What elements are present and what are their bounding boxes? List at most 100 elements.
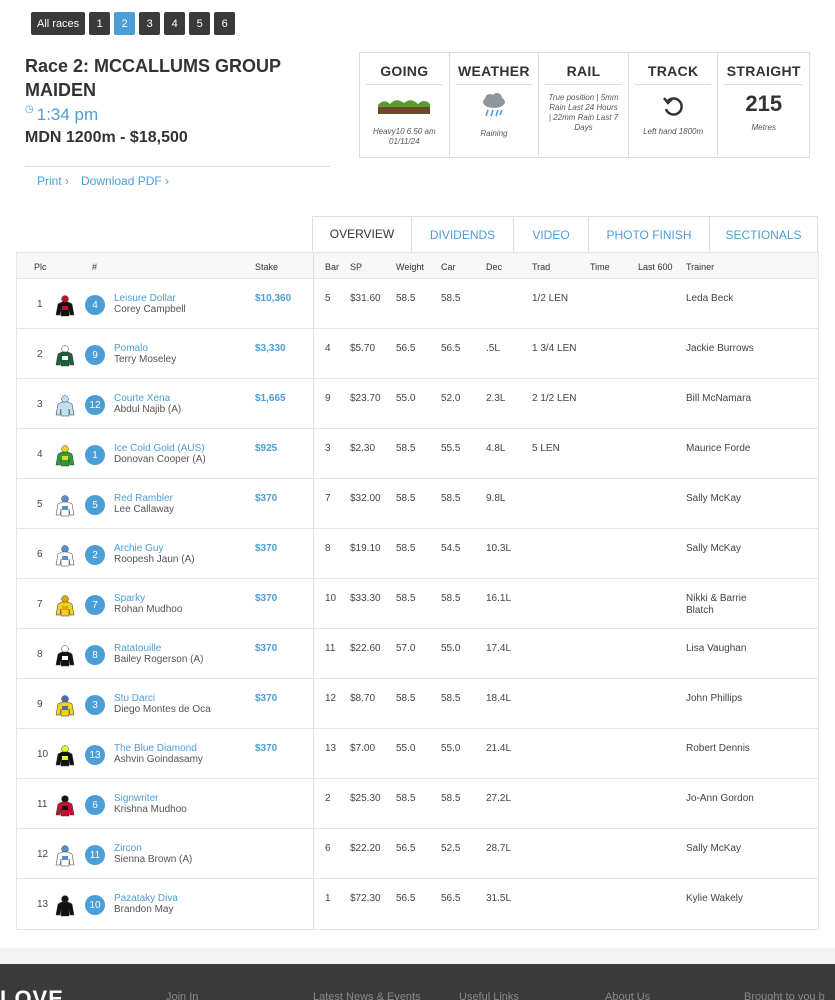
jockey-name: Ashvin Goindasamy — [114, 754, 203, 765]
print-link[interactable]: Print › — [37, 174, 69, 188]
horse-name-link[interactable]: The Blue Diamond — [114, 743, 197, 754]
carried-weight: 52.0 — [441, 393, 461, 404]
barrier: 7 — [325, 493, 331, 504]
horse-name-link[interactable]: Sparky — [114, 593, 145, 604]
race-4-button[interactable]: 4 — [164, 12, 186, 35]
col-dec: Dec — [486, 262, 503, 272]
weight: 58.5 — [396, 593, 416, 604]
placing: 10 — [37, 749, 49, 760]
jockey-name: Krishna Mudhoo — [114, 804, 187, 815]
horse-name-link[interactable]: Pazataky Diva — [114, 893, 178, 904]
race-time: ◷ 1:34 pm — [25, 105, 98, 125]
horse-name-link[interactable]: Zircon — [114, 843, 142, 854]
tab-video[interactable]: VIDEO — [513, 216, 589, 252]
footer-logo: LOVE — [0, 986, 64, 1000]
race-6-button[interactable]: 6 — [214, 12, 236, 35]
prize-money: $370 — [255, 643, 278, 654]
weather-panel: WEATHER Raining — [450, 53, 540, 157]
weight: 58.5 — [396, 793, 416, 804]
margin-decimal: 17.4L — [486, 643, 512, 654]
footer-link-about[interactable]: About Us — [605, 991, 650, 1000]
horse-name-link[interactable]: Signwriter — [114, 793, 158, 804]
margin-decimal: .5L — [486, 343, 500, 354]
tab-sectionals[interactable]: SECTIONALS — [709, 216, 818, 252]
jockey-name: Bailey Rogerson (A) — [114, 654, 204, 665]
horse-name-link[interactable]: Stu Darci — [114, 693, 155, 704]
horse-name-link[interactable]: Courte Xena — [114, 393, 170, 404]
saddlecloth-number: 13 — [85, 745, 105, 765]
jockey-silk-icon — [55, 595, 75, 617]
table-row: 7 7 Sparky $370 10 $33.30 58.5 58.5 16.1L Nikki &… — [17, 579, 818, 629]
table-row: 1 4 Ice Cold Gold (AUS) $925 3 $2.30 58.5 55.5 4… — [17, 429, 818, 479]
margin-decimal: 2.3L — [486, 393, 506, 404]
margin-decimal: 16.1L — [486, 593, 512, 604]
rail-value: True position | 5mm Rain Last 24 Hours |… — [548, 93, 619, 132]
placing: 13 — [37, 899, 49, 910]
tab-dividends[interactable]: DIVIDENDS — [411, 216, 514, 252]
prize-money: $370 — [255, 493, 278, 504]
footer-link-join[interactable]: Join In — [166, 991, 198, 1000]
race-5-button[interactable]: 5 — [189, 12, 211, 35]
footer-link-useful[interactable]: Useful Links — [459, 991, 519, 1000]
race-links: Print › Download PDF › — [37, 174, 169, 188]
race-2-button[interactable]: 2 — [114, 12, 136, 35]
divider — [25, 166, 331, 167]
col-trad: Trad — [532, 262, 551, 272]
table-row: 12 3 Courte Xena $1,665 9 $23.70 55.0 52.0 2.3L 2… — [17, 379, 818, 429]
table-row: 5 5 Red Rambler $370 7 $32.00 58.5 58.5 9.8L Sall… — [17, 479, 818, 529]
tab-overview[interactable]: OVERVIEW — [312, 216, 412, 252]
jockey-silk-icon — [55, 695, 75, 717]
saddlecloth-number: 6 — [85, 795, 105, 815]
carried-weight: 52.5 — [441, 843, 461, 854]
carried-weight: 55.0 — [441, 643, 461, 654]
straight-panel: STRAIGHT 215 Metres — [718, 53, 809, 157]
jockey-name: Terry Moseley — [114, 354, 177, 365]
placing: 11 — [37, 799, 48, 810]
carried-weight: 58.5 — [441, 693, 461, 704]
jockey-name: Roopesh Jaun (A) — [114, 554, 195, 565]
horse-name-link[interactable]: Leisure Dollar — [114, 293, 176, 304]
all-races-button[interactable]: All races — [31, 12, 86, 35]
trainer-name: Sally McKay — [686, 493, 742, 504]
carried-weight: 54.5 — [441, 543, 461, 554]
table-row: 4 1 Leisure Dollar $10,360 5 $31.60 58.5 58.5 1/… — [17, 279, 818, 329]
prize-money: $370 — [255, 543, 278, 554]
weight: 55.0 — [396, 743, 416, 754]
starting-price: $22.20 — [350, 843, 381, 854]
jockey-name: Abdul Najib (A) — [114, 404, 182, 415]
margin-decimal: 31.5L — [486, 893, 512, 904]
horse-name-link[interactable]: Archie Guy — [114, 543, 163, 554]
race-title: Race 2: MCCALLUMS GROUP MAIDEN — [25, 56, 281, 100]
rain-cloud-icon — [480, 89, 508, 123]
footer-link-news[interactable]: Latest News & Events — [313, 991, 421, 1000]
horse-name-link[interactable]: Ice Cold Gold (AUS) — [114, 443, 205, 454]
prize-money: $3,330 — [255, 343, 286, 354]
footer-sponsor-text: Brought to you b — [744, 991, 825, 1000]
horse-name-link[interactable]: Pomalo — [114, 343, 148, 354]
race-navigation: All races 1 2 3 4 5 6 — [31, 12, 236, 35]
carried-weight: 58.5 — [441, 293, 461, 304]
saddlecloth-number: 7 — [85, 595, 105, 615]
race-1-button[interactable]: 1 — [89, 12, 111, 35]
jockey-silk-icon — [55, 545, 75, 567]
margin-decimal: 18.4L — [486, 693, 512, 704]
prize-money: $370 — [255, 593, 278, 604]
col-trainer: Trainer — [686, 262, 715, 272]
horse-name-link[interactable]: Red Rambler — [114, 493, 173, 504]
carried-weight: 58.5 — [441, 793, 461, 804]
starting-price: $5.70 — [350, 343, 376, 354]
download-pdf-link[interactable]: Download PDF › — [81, 174, 169, 188]
weight: 58.5 — [396, 493, 416, 504]
footer: LOVE Join In Latest News & Events Useful… — [0, 964, 835, 1000]
barrier: 4 — [325, 343, 331, 354]
tab-photo-finish[interactable]: PHOTO FINISH — [588, 216, 710, 252]
carried-weight: 55.0 — [441, 743, 461, 754]
horse-name-link[interactable]: Ratatouille — [114, 643, 161, 654]
race-3-button[interactable]: 3 — [139, 12, 161, 35]
clock-icon: ◷ — [25, 104, 34, 115]
barrier: 12 — [325, 693, 337, 704]
placing: 12 — [37, 849, 49, 860]
straight-unit: Metres — [751, 123, 776, 132]
col-car: Car — [441, 262, 456, 272]
table-header: Plc # Stake Bar SP Weight Car Dec Trad T… — [17, 253, 818, 279]
